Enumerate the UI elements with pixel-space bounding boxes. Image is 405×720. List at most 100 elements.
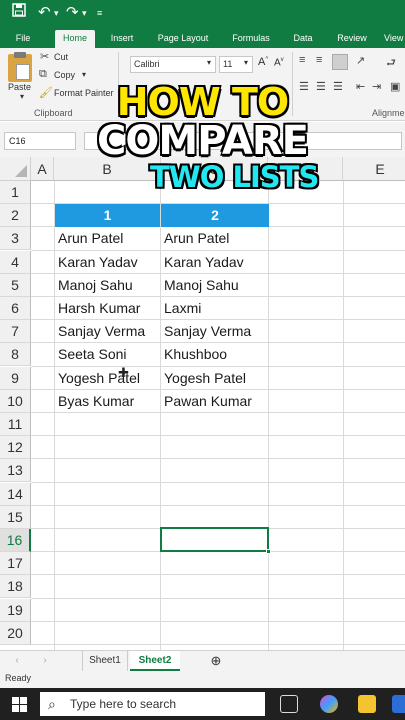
overlay-title-line3: TWO LISTS (150, 160, 319, 194)
row-header-13[interactable]: 13 (0, 459, 31, 483)
chevron-down-icon[interactable]: ▾ (82, 3, 87, 23)
row-header-12[interactable]: 12 (0, 436, 31, 460)
row-header-4[interactable]: 4 (0, 250, 31, 274)
row-header-15[interactable]: 15 (0, 505, 31, 529)
gridline (31, 620, 405, 622)
list2-cell[interactable]: Karan Yadav (160, 251, 268, 274)
row-header-14[interactable]: 14 (0, 482, 31, 506)
cell-cursor-icon: ✚ (118, 365, 129, 380)
list2-cell[interactable]: Sanjay Verma (160, 320, 268, 343)
row-header-5[interactable]: 5 (0, 273, 31, 297)
tab-formulas[interactable]: Formulas (226, 30, 276, 48)
font-name-select[interactable]: Calibri (130, 56, 216, 73)
chevron-down-icon[interactable]: ▾ (54, 3, 59, 23)
tab-data[interactable]: Data (286, 30, 320, 48)
add-sheet-icon[interactable]: ⊕ (207, 651, 225, 671)
align-bottom-icon[interactable] (332, 54, 348, 70)
taskbar-search-input[interactable]: ⌕ Type here to search (40, 692, 265, 716)
list1-cell[interactable]: Karan Yadav (54, 251, 161, 274)
file-explorer-icon[interactable] (358, 695, 376, 713)
fill-handle[interactable] (266, 549, 271, 554)
customize-toolbar-icon[interactable]: ≡ (97, 3, 102, 23)
wrap-text-icon[interactable]: ⮐ (386, 54, 396, 73)
align-top-icon[interactable]: ≡ (299, 54, 305, 66)
row-header-7[interactable]: 7 (0, 320, 31, 344)
tab-page-layout[interactable]: Page Layout (150, 30, 216, 48)
row-header-10[interactable]: 10 (0, 389, 31, 413)
row-header-17[interactable]: 17 (0, 552, 31, 576)
list1-cell[interactable]: Byas Kumar (54, 390, 161, 413)
gridline (31, 597, 405, 599)
windows-start-icon[interactable] (12, 697, 27, 717)
tab-insert[interactable]: Insert (104, 30, 140, 48)
row-header-6[interactable]: 6 (0, 297, 31, 320)
list1-cell[interactable]: Yogesh Patel (54, 367, 161, 390)
edge-icon[interactable] (392, 695, 405, 713)
list1-header-cell[interactable]: 1 (55, 204, 160, 227)
ribbon-tabs: File Home Insert Page Layout Formulas Da… (0, 27, 405, 48)
list1-cell[interactable]: Sanjay Verma (54, 320, 161, 343)
title-bar: ↶ ▾ ↷ ▾ ≡ (0, 0, 405, 27)
scissors-icon: ✂ (40, 51, 50, 63)
sheet-tab-bar: ‹ › Sheet1 Sheet2 ⊕ (0, 650, 405, 671)
gridline (31, 574, 405, 576)
list2-cell[interactable]: Pawan Kumar (160, 390, 268, 413)
sheet-tab-sheet1[interactable]: Sheet1 (82, 651, 128, 671)
task-view-icon[interactable] (280, 695, 298, 713)
list2-cell[interactable]: Manoj Sahu (160, 274, 268, 297)
list2-cell[interactable]: Arun Patel (160, 227, 268, 250)
status-text: Ready (5, 673, 32, 683)
increase-font-icon[interactable]: A^ (258, 56, 268, 68)
undo-icon[interactable]: ↶ (38, 3, 51, 23)
redo-icon[interactable]: ↷ (66, 3, 79, 23)
copy-button[interactable]: Copy (54, 70, 75, 80)
row-header-1[interactable]: 1 (0, 181, 31, 204)
row-header-20[interactable]: 20 (0, 621, 31, 645)
cut-button[interactable]: Cut (54, 52, 68, 62)
chevron-down-icon[interactable]: ▾ (207, 58, 211, 67)
gridline (31, 504, 405, 506)
row-header-19[interactable]: 19 (0, 598, 31, 622)
scroll-right-icon[interactable]: › (38, 651, 52, 671)
gridline (343, 181, 344, 650)
row-header-18[interactable]: 18 (0, 575, 31, 599)
list2-header-cell[interactable]: 2 (161, 204, 269, 227)
row-header-8[interactable]: 8 (0, 343, 31, 367)
decrease-font-icon[interactable]: Av (274, 57, 284, 68)
list2-cell[interactable]: Yogesh Patel (160, 367, 268, 390)
sheet-tab-sheet2[interactable]: Sheet2 (130, 651, 180, 671)
row-header-3[interactable]: 3 (0, 227, 31, 251)
tab-home[interactable]: Home (55, 30, 95, 48)
gridline (31, 644, 405, 645)
list2-cell[interactable]: Khushboo (160, 343, 268, 366)
list1-cell[interactable]: Manoj Sahu (54, 274, 161, 297)
taskbar: ⌕ Type here to search (0, 688, 405, 720)
list2-cell[interactable]: Laxmi (160, 297, 268, 320)
tab-file[interactable]: File (8, 30, 38, 48)
copilot-icon[interactable] (320, 695, 338, 713)
align-middle-icon[interactable]: ≡ (316, 54, 322, 66)
gridline (31, 435, 405, 437)
save-icon[interactable] (12, 3, 26, 23)
row-header-16[interactable]: 16 (0, 529, 31, 552)
active-cell-c16[interactable] (160, 527, 269, 552)
tab-view[interactable]: View (384, 30, 405, 48)
list1-cell[interactable]: Seeta Soni (54, 343, 161, 366)
row-header-11[interactable]: 11 (0, 413, 31, 436)
search-icon: ⌕ (48, 696, 56, 712)
orientation-icon[interactable]: ↗ (356, 54, 365, 67)
paste-icon[interactable] (8, 52, 32, 82)
scroll-left-icon[interactable]: ‹ (10, 651, 24, 671)
gridline (31, 458, 405, 460)
row-header-9[interactable]: 9 (0, 366, 31, 390)
gridline (268, 181, 269, 650)
status-bar: Ready (0, 671, 405, 688)
chevron-down-icon[interactable]: ▾ (82, 70, 86, 79)
row-header-2[interactable]: 2 (0, 204, 31, 228)
gridline (31, 481, 405, 483)
list1-cell[interactable]: Harsh Kumar (54, 297, 161, 320)
overlay-title-line2: COMPARE (97, 118, 309, 164)
list1-cell[interactable]: Arun Patel (54, 227, 161, 250)
tab-review[interactable]: Review (330, 30, 374, 48)
chevron-down-icon[interactable]: ▾ (244, 58, 248, 67)
